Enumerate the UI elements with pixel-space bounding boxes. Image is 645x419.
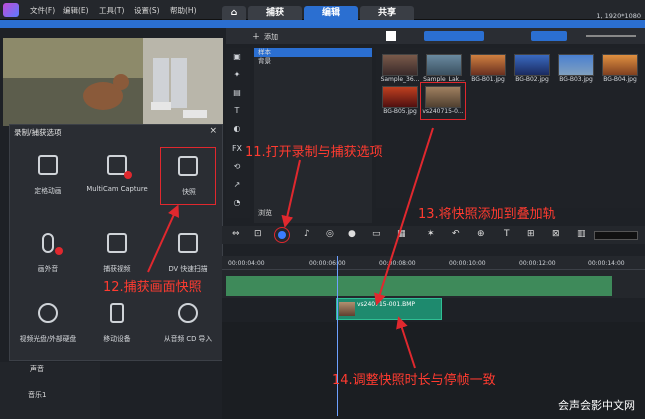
annotation-arrows [147, 127, 434, 369]
arrow-step-14 [396, 316, 416, 369]
arrow-step-11 [281, 159, 301, 228]
arrow-step-12 [147, 204, 179, 273]
watermark: 会声会影中文网 [558, 399, 635, 412]
arrow-step-13 [374, 127, 434, 306]
